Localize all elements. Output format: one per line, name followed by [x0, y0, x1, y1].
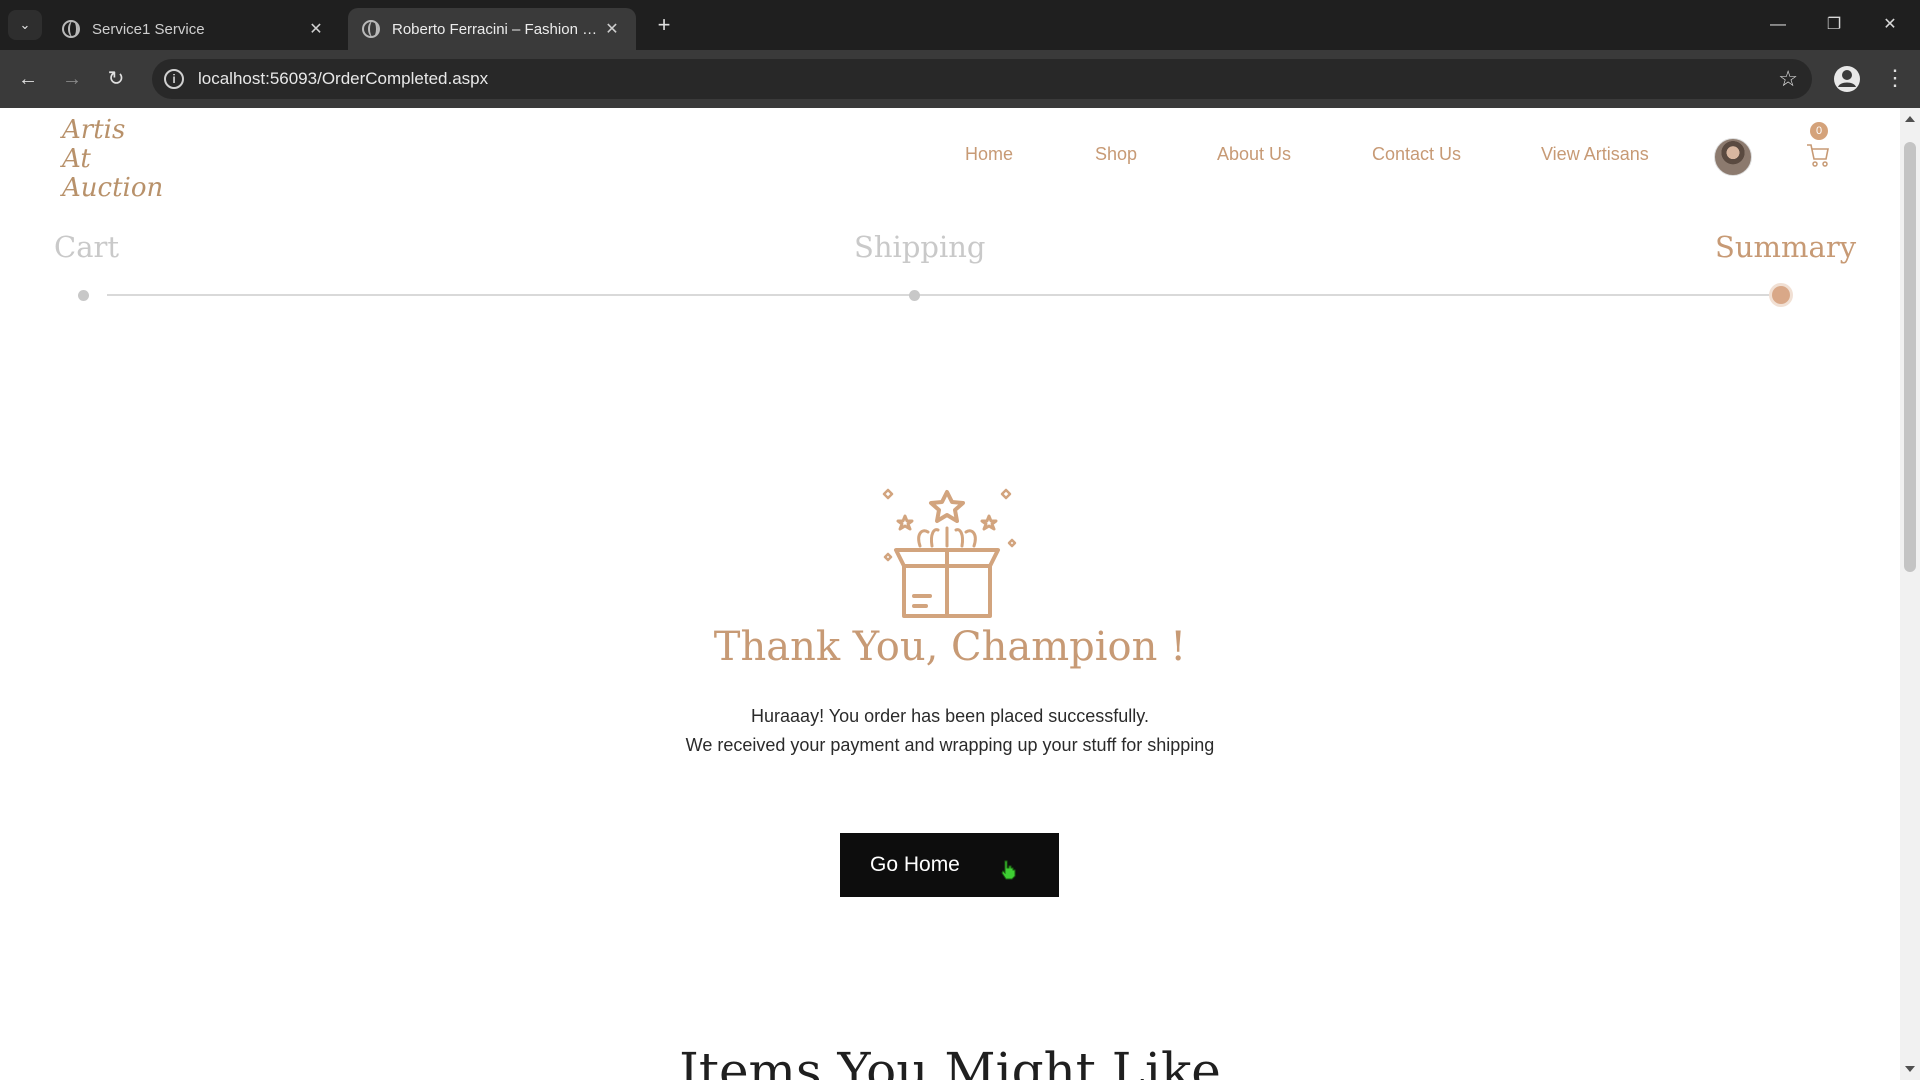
- browser-tab-roberto-ferracini[interactable]: Roberto Ferracini – Fashion and ✕: [348, 8, 636, 50]
- restore-button[interactable]: ❐: [1812, 10, 1856, 40]
- url-text[interactable]: localhost:56093/OrderCompleted.aspx: [198, 69, 488, 89]
- confirmation-title: Thank You, Champion !: [713, 624, 1187, 670]
- profile-button[interactable]: [1832, 64, 1862, 94]
- reload-icon: ↻: [107, 68, 125, 90]
- scroll-up-arrow-icon[interactable]: [1905, 116, 1915, 122]
- cart-icon[interactable]: [1806, 142, 1830, 168]
- browser-toolbar: ← → ↻ i localhost:56093/OrderCompleted.a…: [0, 50, 1920, 108]
- step-summary-dot: [1772, 286, 1790, 304]
- forward-button[interactable]: →: [56, 64, 88, 96]
- step-shipping-label: Shipping: [854, 230, 986, 264]
- window-close-button[interactable]: ✕: [1868, 10, 1912, 40]
- user-avatar[interactable]: [1714, 138, 1752, 176]
- arrow-left-icon: ←: [18, 68, 38, 90]
- nav-contact-us[interactable]: Contact Us: [1372, 144, 1461, 165]
- tab-title: Service1 Service: [92, 20, 205, 38]
- step-cart-dot: [78, 290, 89, 301]
- globe-icon: [362, 20, 380, 38]
- page-scrollbar[interactable]: [1900, 108, 1920, 1080]
- nav-home[interactable]: Home: [965, 144, 1013, 165]
- globe-icon: [62, 20, 80, 38]
- browser-menu-button[interactable]: ⋮: [1880, 64, 1910, 94]
- chevron-down-icon: ⌄: [19, 17, 31, 32]
- back-button[interactable]: ←: [12, 64, 44, 96]
- go-home-button[interactable]: Go Home: [840, 833, 1059, 897]
- step-cart-label: Cart: [54, 230, 119, 264]
- minimize-icon: —: [1770, 16, 1786, 33]
- tab-close-icon[interactable]: ✕: [306, 19, 326, 39]
- minimize-button[interactable]: —: [1756, 10, 1800, 40]
- page-viewport: Artis At Auction Home Shop About Us Cont…: [0, 108, 1900, 1080]
- cart-count-badge: 0: [1810, 122, 1828, 140]
- person-icon: [1834, 66, 1860, 92]
- nav-shop[interactable]: Shop: [1095, 144, 1137, 165]
- restore-icon: ❐: [1826, 16, 1842, 33]
- scroll-down-arrow-icon[interactable]: [1905, 1066, 1915, 1072]
- step-summary-label: Summary: [1715, 230, 1857, 264]
- tab-close-icon[interactable]: ✕: [602, 19, 622, 39]
- gift-box-icon: [882, 488, 1017, 618]
- recommendations-title: Items You Might Like: [679, 1042, 1221, 1080]
- close-icon: ✕: [1883, 16, 1897, 33]
- kebab-menu-icon: ⋮: [1884, 65, 1906, 90]
- tab-list-button[interactable]: ⌄: [8, 10, 42, 40]
- nav-view-artisans[interactable]: View Artisans: [1541, 144, 1649, 165]
- browser-tab-service1[interactable]: Service1 Service ✕: [48, 8, 340, 50]
- confirmation-message-line-1: Huraaay! You order has been placed succe…: [751, 706, 1149, 726]
- address-bar[interactable]: i localhost:56093/OrderCompleted.aspx ☆: [152, 59, 1812, 99]
- nav-about-us[interactable]: About Us: [1217, 144, 1291, 165]
- go-home-label: Go Home: [870, 853, 960, 876]
- arrow-right-icon: →: [62, 68, 82, 90]
- star-icon[interactable]: ☆: [1778, 66, 1798, 92]
- confirmation-message-line-2: We received your payment and wrapping up…: [685, 735, 1215, 755]
- scrollbar-thumb[interactable]: [1904, 142, 1916, 572]
- plus-icon: +: [657, 12, 671, 37]
- browser-tab-bar: ⌄ Service1 Service ✕ Roberto Ferracini –…: [0, 0, 1920, 50]
- step-shipping-dot: [909, 290, 920, 301]
- reload-button[interactable]: ↻: [100, 64, 132, 96]
- checkout-progress-line: [107, 294, 1781, 296]
- logo-line: Auction: [62, 173, 164, 203]
- new-tab-button[interactable]: +: [650, 12, 678, 40]
- site-nav: Home Shop About Us Contact Us View Artis…: [0, 144, 1900, 168]
- tab-title: Roberto Ferracini – Fashion and: [392, 20, 602, 38]
- info-icon[interactable]: i: [164, 69, 184, 89]
- hand-cursor-icon: [1001, 860, 1016, 880]
- logo-line: Artis: [62, 115, 126, 145]
